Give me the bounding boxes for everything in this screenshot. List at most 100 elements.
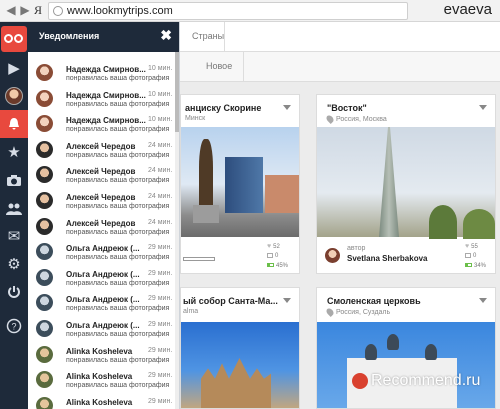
card-photo[interactable] xyxy=(317,127,495,239)
comment-icon xyxy=(465,253,471,258)
list-item[interactable]: Ольга Андреюк (... 29 мин. понравилась ваш… xyxy=(28,265,176,291)
avatar[interactable] xyxy=(36,64,53,81)
card-title[interactable]: "Восток" xyxy=(327,103,367,113)
notification-name[interactable]: Alinka Kosheleva xyxy=(66,347,146,356)
mail-icon[interactable]: ✉ xyxy=(0,222,28,250)
notification-name[interactable]: Ольга Андреюк (... xyxy=(66,244,146,253)
avatar[interactable] xyxy=(36,243,53,261)
tab-new[interactable]: Новое xyxy=(206,61,232,71)
photo-card-cathedral[interactable]: ый собор Санта-Ма... alma xyxy=(180,287,300,409)
list-item[interactable]: Ольга Андреюк (... 29 мин. понравилась ваш… xyxy=(28,290,176,316)
card-title[interactable]: Смоленская церковь xyxy=(327,296,421,306)
lookmytrips-logo[interactable] xyxy=(1,26,27,52)
avatar[interactable] xyxy=(36,371,53,389)
power-icon[interactable] xyxy=(0,278,28,306)
likes-count[interactable]: ♥ 52 xyxy=(267,243,280,250)
avatar[interactable] xyxy=(36,294,53,312)
chevron-down-icon[interactable] xyxy=(479,298,487,303)
notification-name[interactable]: Ольга Андреюк (... xyxy=(66,321,146,330)
card-photo[interactable] xyxy=(317,322,495,408)
avatar[interactable] xyxy=(36,217,53,235)
card-title[interactable]: анциску Скорине xyxy=(185,103,261,113)
photo-card-vostok[interactable]: "Восток" Россия, Москва автор Svetlana S… xyxy=(316,94,496,274)
photo-card-skorina[interactable]: анциску Скорине Минск ♥ 52 0 45% xyxy=(180,94,300,274)
comments-count[interactable]: 0 xyxy=(465,253,476,259)
card-photo[interactable] xyxy=(181,127,299,237)
power-glyph xyxy=(8,286,20,298)
notification-name[interactable]: Алексей Чередов xyxy=(66,219,146,228)
brand-text: evaeva xyxy=(443,1,492,18)
list-item[interactable]: Надежда Смирнов... 10 мин. понравилась ваш… xyxy=(28,86,176,112)
notification-name[interactable]: Ольга Андреюк (... xyxy=(66,295,146,304)
avatar[interactable] xyxy=(36,396,53,409)
notification-name[interactable]: Алексей Чередов xyxy=(66,193,146,202)
notification-text: понравилась ваша фотография xyxy=(66,254,170,262)
avatar[interactable] xyxy=(36,140,53,158)
bell-icon[interactable] xyxy=(0,110,28,138)
notification-name[interactable]: Надежда Смирнов... xyxy=(66,65,146,74)
sub-tabs: Новое xyxy=(180,52,500,82)
notification-name[interactable]: Надежда Смирнов... xyxy=(66,91,146,100)
star-icon[interactable]: ★ xyxy=(0,138,28,166)
avatar xyxy=(5,87,23,105)
notification-name[interactable]: Ольга Андреюк (... xyxy=(66,270,146,279)
avatar[interactable] xyxy=(36,345,53,363)
camera-icon[interactable] xyxy=(0,166,28,194)
camera-glyph xyxy=(7,174,21,186)
notification-name[interactable]: Надежда Смирнов... xyxy=(66,116,146,125)
forward-icon[interactable]: ▶ xyxy=(18,3,32,17)
card-location: alma xyxy=(183,308,199,315)
notification-name[interactable]: Алексей Чередов xyxy=(66,167,146,176)
likes-count[interactable]: ♥ 55 xyxy=(465,243,478,250)
avatar[interactable] xyxy=(36,166,53,184)
photo-card-smolensk-church[interactable]: Смоленская церковь Россия, Суздаль xyxy=(316,287,496,409)
tree-shape xyxy=(463,209,495,239)
heart-icon: ♥ xyxy=(465,243,470,250)
avatar[interactable] xyxy=(36,319,53,337)
notification-name[interactable]: Alinka Kosheleva xyxy=(66,372,146,381)
list-item[interactable]: Надежда Смирнов... 10 мин. понравилась ваш… xyxy=(28,111,176,137)
list-item[interactable]: Алексей Чередов 24 мин. понравилась ваша ф… xyxy=(28,188,176,214)
chevron-down-icon[interactable] xyxy=(479,105,487,110)
list-item[interactable]: Алексей Чередов 24 мин. понравилась ваша ф… xyxy=(28,162,176,188)
battery-icon xyxy=(465,263,472,268)
dome-shape xyxy=(425,344,437,360)
back-icon[interactable]: ◀ xyxy=(4,3,18,17)
author-name[interactable]: Svetlana Sherbakova xyxy=(347,254,427,263)
play-icon[interactable]: ▶ xyxy=(0,54,28,82)
yandex-logo[interactable]: Я xyxy=(34,3,42,18)
bell-glyph xyxy=(9,118,19,130)
notification-text: понравилась ваша фотография xyxy=(66,305,170,313)
avatar[interactable] xyxy=(325,248,340,263)
gear-icon[interactable]: ⚙ xyxy=(0,250,28,278)
address-bar[interactable]: www.lookmytrips.com xyxy=(48,2,408,20)
user-avatar[interactable] xyxy=(0,82,28,110)
notification-name[interactable]: Alinka Kosheleva xyxy=(66,398,146,407)
list-item[interactable]: Алексей Чередов 24 мин. понравилась ваша ф… xyxy=(28,214,176,240)
avatar[interactable] xyxy=(36,268,53,286)
card-title[interactable]: ый собор Санта-Ма... xyxy=(183,296,278,306)
list-item[interactable]: Alinka Kosheleva 29 мин. понравилась ваша … xyxy=(28,342,176,368)
tab-countries[interactable]: Страны xyxy=(192,31,224,41)
list-item[interactable]: Алексей Чередов 24 мин. понравилась ваша ф… xyxy=(28,137,176,163)
list-item[interactable]: Alinka Kosheleva 29 мин. xyxy=(28,393,176,409)
avatar[interactable] xyxy=(36,115,53,133)
card-photo[interactable] xyxy=(181,322,299,408)
notification-time: 24 мин. xyxy=(148,141,173,149)
list-item[interactable]: Ольга Андреюк (... 29 мин. понравилась ваш… xyxy=(28,239,176,265)
tree-shape xyxy=(429,205,457,239)
chevron-down-icon[interactable] xyxy=(283,105,291,110)
close-icon[interactable]: ✖ xyxy=(160,27,172,44)
comments-count[interactable]: 0 xyxy=(267,253,278,259)
chevron-down-icon[interactable] xyxy=(283,298,291,303)
list-item[interactable]: Alinka Kosheleva 29 мин. понравилась ваша … xyxy=(28,367,176,393)
notification-text: понравилась ваша фотография xyxy=(66,356,170,364)
pin-icon xyxy=(325,307,335,317)
avatar[interactable] xyxy=(36,191,53,209)
list-item[interactable]: Надежда Смирнов... 10 мин. понравилась ваш… xyxy=(28,60,176,86)
people-icon[interactable] xyxy=(0,194,28,222)
avatar[interactable] xyxy=(36,89,53,107)
notification-name[interactable]: Алексей Чередов xyxy=(66,142,146,151)
list-item[interactable]: Ольга Андреюк (... 29 мин. понравилась ваш… xyxy=(28,316,176,342)
help-icon[interactable]: ? xyxy=(0,312,28,340)
